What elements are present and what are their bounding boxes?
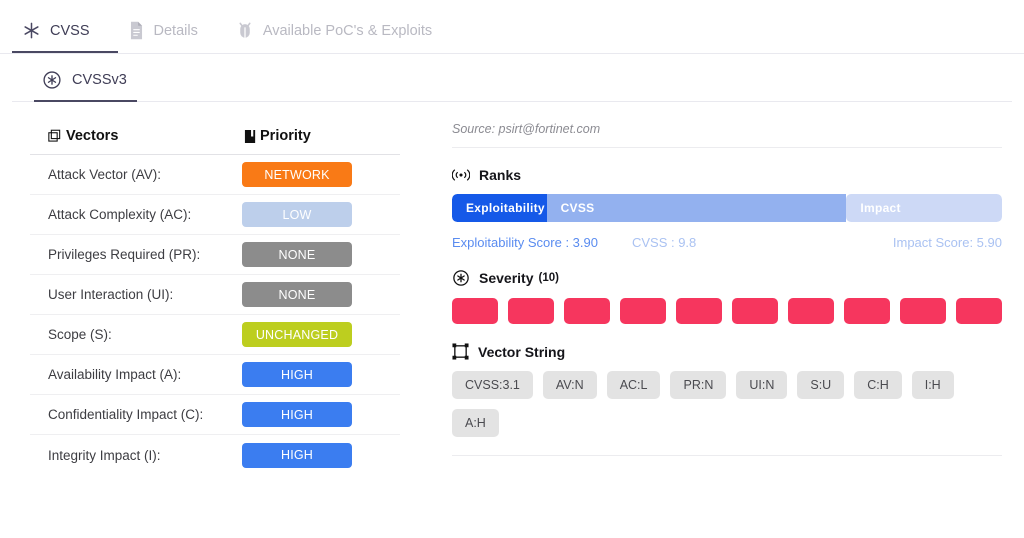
- ranks-bar: Exploitability CVSS Impact: [452, 194, 1002, 222]
- vector-row: Attack Complexity (AC): LOW: [30, 195, 400, 235]
- vector-string-chip[interactable]: S:U: [797, 371, 845, 399]
- vector-string-chips: CVSS:3.1 AV:N AC:L PR:N UI:N S:U C:H I:H A:H: [452, 371, 992, 437]
- vector-string-chip[interactable]: C:H: [854, 371, 902, 399]
- tab-details[interactable]: Details: [118, 21, 212, 53]
- vector-string-chip[interactable]: I:H: [911, 371, 954, 399]
- vectors-column-label: Vectors: [66, 128, 119, 144]
- ranks-score-row: Exploitability Score : 3.90 CVSS : 9.8 I…: [452, 235, 1002, 250]
- vector-string-section-title: Vector String: [452, 343, 1002, 360]
- vector-row-label: Privileges Required (PR):: [48, 247, 201, 262]
- priority-column-label: Priority: [260, 128, 311, 144]
- source-line: Source: psirt@fortinet.com: [452, 122, 1002, 148]
- vector-row-label: Confidentiality Impact (C):: [48, 407, 204, 422]
- severity-block: [676, 298, 722, 324]
- vector-string-chip[interactable]: PR:N: [670, 371, 727, 399]
- severity-block: [620, 298, 666, 324]
- rank-segment-exploitability[interactable]: Exploitability: [452, 194, 547, 222]
- ranks-title-label: Ranks: [479, 167, 522, 183]
- tab-wrap-cvss: CVSS: [12, 21, 118, 53]
- severity-meter: [452, 298, 1002, 324]
- ranks-section-title: Ranks: [452, 167, 1002, 183]
- severity-block: [732, 298, 778, 324]
- priority-column-header: Priority: [244, 128, 311, 144]
- vector-row: Integrity Impact (I): HIGH: [30, 435, 400, 475]
- circled-asterisk-icon: [42, 70, 62, 90]
- severity-block: [788, 298, 834, 324]
- tab-active-underline: [12, 50, 118, 53]
- vector-row-label: Scope (S):: [48, 327, 112, 342]
- severity-block: [508, 298, 554, 324]
- tab-label-cvss: CVSS: [50, 22, 90, 39]
- details-panel: Source: psirt@fortinet.com Ranks Exploit…: [400, 122, 1002, 475]
- section-divider: [452, 455, 1002, 456]
- tab-wrap-details: Details: [118, 21, 226, 53]
- book-icon: [244, 129, 257, 144]
- rank-segment-impact[interactable]: Impact: [846, 194, 1002, 222]
- cvss-score: CVSS : 9.8: [631, 235, 697, 250]
- tab-label-poc: Available PoC's & Exploits: [262, 22, 433, 39]
- severity-block: [844, 298, 890, 324]
- severity-block: [452, 298, 498, 324]
- vector-row: Scope (S): UNCHANGED: [30, 315, 400, 355]
- document-icon: [128, 21, 145, 40]
- vector-string-chip[interactable]: CVSS:3.1: [452, 371, 533, 399]
- vector-value-badge: NETWORK: [242, 162, 352, 187]
- severity-title-label: Severity: [479, 270, 534, 286]
- vectors-table-rows: Attack Vector (AV): NETWORK Attack Complex…: [30, 155, 400, 475]
- circled-asterisk-icon: [452, 269, 470, 287]
- main-content: Vectors Priority Attack Vector (AV): NETW…: [0, 102, 1024, 475]
- impact-score: Impact Score: 5.90: [892, 235, 1002, 250]
- subtab-label-cvssv3: CVSSv3: [72, 72, 127, 88]
- vector-row-label: User Interaction (UI):: [48, 287, 174, 302]
- vector-string-title-label: Vector String: [478, 343, 566, 360]
- vectors-panel: Vectors Priority Attack Vector (AV): NETW…: [30, 122, 400, 475]
- crop-frame-icon: [452, 343, 469, 360]
- vector-value-badge: LOW: [242, 202, 352, 227]
- subtab-cvssv3[interactable]: CVSSv3: [34, 70, 137, 102]
- vector-row-label: Integrity Impact (I):: [48, 447, 161, 463]
- vector-row: User Interaction (UI): NONE: [30, 275, 400, 315]
- vector-value-badge: HIGH: [242, 362, 352, 387]
- vector-value-badge: HIGH: [242, 402, 352, 427]
- vector-string-chip[interactable]: AC:L: [606, 371, 661, 399]
- vector-value-badge: NONE: [242, 282, 352, 307]
- vector-value-badge: HIGH: [242, 442, 352, 468]
- copy-icon: [48, 129, 63, 144]
- vector-row: Privileges Required (PR): NONE: [30, 235, 400, 275]
- broadcast-icon: [452, 168, 470, 182]
- vector-row-label: Attack Complexity (AC):: [48, 207, 192, 222]
- vector-string-chip[interactable]: UI:N: [736, 371, 788, 399]
- vectors-table-header: Vectors Priority: [30, 122, 400, 155]
- vector-row: Confidentiality Impact (C): HIGH: [30, 395, 400, 435]
- bug-icon: [236, 21, 254, 40]
- severity-block: [564, 298, 610, 324]
- sub-tab-bar: CVSSv3: [12, 54, 1012, 102]
- subtab-active-underline: [34, 99, 137, 102]
- tab-cvss[interactable]: CVSS: [12, 21, 118, 53]
- vector-string-chip[interactable]: AV:N: [542, 371, 597, 399]
- main-tab-bar: CVSS Details Available PoC's & Exploits: [0, 0, 1024, 54]
- vector-string-chip[interactable]: A:H: [452, 409, 499, 437]
- rank-segment-cvss[interactable]: CVSS: [546, 194, 847, 222]
- exploitability-score: Exploitability Score : 3.90: [452, 235, 598, 250]
- severity-count: (10): [538, 272, 559, 284]
- asterisk-icon: [22, 21, 41, 40]
- severity-section-title: Severity (10): [452, 269, 1002, 287]
- severity-block: [900, 298, 946, 324]
- tab-wrap-poc: Available PoC's & Exploits: [226, 21, 460, 53]
- vector-value-badge: UNCHANGED: [242, 322, 352, 347]
- tab-label-details: Details: [153, 22, 198, 39]
- vector-row-label: Attack Vector (AV):: [48, 167, 162, 182]
- severity-block: [956, 298, 1002, 324]
- vector-row: Availability Impact (A): HIGH: [30, 355, 400, 395]
- vector-value-badge: NONE: [242, 242, 352, 267]
- vector-row-label: Availability Impact (A):: [48, 367, 182, 382]
- vectors-column-header: Vectors: [48, 128, 244, 144]
- vector-row: Attack Vector (AV): NETWORK: [30, 155, 400, 195]
- tab-available-poc-exploits[interactable]: Available PoC's & Exploits: [226, 21, 446, 53]
